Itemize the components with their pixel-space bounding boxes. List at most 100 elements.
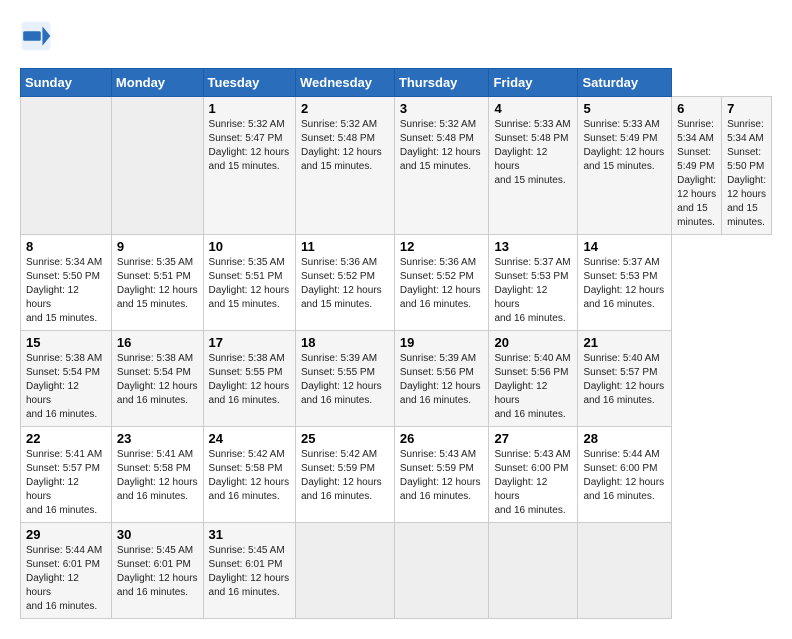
day-cell: 7 Sunrise: 5:34 AMSunset: 5:50 PMDaylight… xyxy=(722,97,772,235)
day-info: Sunrise: 5:43 AMSunset: 6:00 PMDaylight:… xyxy=(494,449,570,516)
week-row-5: 29 Sunrise: 5:44 AMSunset: 6:01 PMDayligh… xyxy=(21,523,772,619)
day-number: 11 xyxy=(301,239,389,254)
day-cell: 30 Sunrise: 5:45 AMSunset: 6:01 PMDayligh… xyxy=(111,523,203,619)
day-number: 1 xyxy=(209,101,290,116)
day-number: 28 xyxy=(583,431,666,446)
day-cell: 23 Sunrise: 5:41 AMSunset: 5:58 PMDayligh… xyxy=(111,427,203,523)
day-info: Sunrise: 5:43 AMSunset: 5:59 PMDaylight:… xyxy=(400,449,481,502)
day-cell: 4 Sunrise: 5:33 AMSunset: 5:48 PMDaylight… xyxy=(489,97,578,235)
day-info: Sunrise: 5:42 AMSunset: 5:58 PMDaylight:… xyxy=(209,449,290,502)
day-number: 7 xyxy=(727,101,766,116)
day-number: 8 xyxy=(26,239,106,254)
day-info: Sunrise: 5:36 AMSunset: 5:52 PMDaylight:… xyxy=(400,257,481,310)
week-row-4: 22 Sunrise: 5:41 AMSunset: 5:57 PMDayligh… xyxy=(21,427,772,523)
day-cell xyxy=(295,523,394,619)
day-number: 25 xyxy=(301,431,389,446)
logo xyxy=(20,20,56,52)
day-number: 22 xyxy=(26,431,106,446)
day-number: 9 xyxy=(117,239,198,254)
day-number: 5 xyxy=(583,101,666,116)
day-number: 17 xyxy=(209,335,290,350)
day-cell: 22 Sunrise: 5:41 AMSunset: 5:57 PMDayligh… xyxy=(21,427,112,523)
day-info: Sunrise: 5:44 AMSunset: 6:00 PMDaylight:… xyxy=(583,449,664,502)
day-cell: 17 Sunrise: 5:38 AMSunset: 5:55 PMDayligh… xyxy=(203,331,295,427)
day-cell: 3 Sunrise: 5:32 AMSunset: 5:48 PMDaylight… xyxy=(394,97,489,235)
day-number: 2 xyxy=(301,101,389,116)
logo-icon xyxy=(20,20,52,52)
day-cell: 11 Sunrise: 5:36 AMSunset: 5:52 PMDayligh… xyxy=(295,235,394,331)
day-cell: 21 Sunrise: 5:40 AMSunset: 5:57 PMDayligh… xyxy=(578,331,672,427)
day-info: Sunrise: 5:37 AMSunset: 5:53 PMDaylight:… xyxy=(494,257,570,324)
day-number: 26 xyxy=(400,431,484,446)
day-info: Sunrise: 5:39 AMSunset: 5:56 PMDaylight:… xyxy=(400,353,481,406)
day-cell: 20 Sunrise: 5:40 AMSunset: 5:56 PMDayligh… xyxy=(489,331,578,427)
day-cell: 14 Sunrise: 5:37 AMSunset: 5:53 PMDayligh… xyxy=(578,235,672,331)
day-cell: 19Sunrise: 5:39 AMSunset: 5:56 PMDayligh… xyxy=(394,331,489,427)
day-cell xyxy=(111,97,203,235)
day-cell: 8 Sunrise: 5:34 AMSunset: 5:50 PMDaylight… xyxy=(21,235,112,331)
day-number: 16 xyxy=(117,335,198,350)
day-info: Sunrise: 5:35 AMSunset: 5:51 PMDaylight:… xyxy=(209,257,290,310)
day-info: Sunrise: 5:32 AMSunset: 5:48 PMDaylight:… xyxy=(301,119,382,172)
day-number: 30 xyxy=(117,527,198,542)
day-info: Sunrise: 5:38 AMSunset: 5:54 PMDaylight:… xyxy=(26,353,102,420)
day-cell: 15 Sunrise: 5:38 AMSunset: 5:54 PMDayligh… xyxy=(21,331,112,427)
col-header-wednesday: Wednesday xyxy=(295,69,394,97)
day-info: Sunrise: 5:41 AMSunset: 5:57 PMDaylight:… xyxy=(26,449,102,516)
day-number: 27 xyxy=(494,431,572,446)
day-info: Sunrise: 5:38 AMSunset: 5:55 PMDaylight:… xyxy=(209,353,290,406)
day-cell: 1 Sunrise: 5:32 AMSunset: 5:47 PMDaylight… xyxy=(203,97,295,235)
day-info: Sunrise: 5:36 AMSunset: 5:52 PMDaylight:… xyxy=(301,257,382,310)
day-cell: 31 Sunrise: 5:45 AMSunset: 6:01 PMDayligh… xyxy=(203,523,295,619)
day-info: Sunrise: 5:34 AMSunset: 5:49 PMDaylight:… xyxy=(677,119,716,228)
day-number: 14 xyxy=(583,239,666,254)
day-number: 18 xyxy=(301,335,389,350)
day-info: Sunrise: 5:34 AMSunset: 5:50 PMDaylight:… xyxy=(727,119,766,228)
day-info: Sunrise: 5:42 AMSunset: 5:59 PMDaylight:… xyxy=(301,449,382,502)
day-info: Sunrise: 5:45 AMSunset: 6:01 PMDaylight:… xyxy=(117,545,198,598)
day-info: Sunrise: 5:33 AMSunset: 5:48 PMDaylight:… xyxy=(494,119,570,186)
day-cell: 28 Sunrise: 5:44 AMSunset: 6:00 PMDayligh… xyxy=(578,427,672,523)
day-info: Sunrise: 5:40 AMSunset: 5:56 PMDaylight:… xyxy=(494,353,570,420)
day-cell: 16Sunrise: 5:38 AMSunset: 5:54 PMDayligh… xyxy=(111,331,203,427)
day-number: 15 xyxy=(26,335,106,350)
col-header-thursday: Thursday xyxy=(394,69,489,97)
col-header-tuesday: Tuesday xyxy=(203,69,295,97)
day-cell: 18 Sunrise: 5:39 AMSunset: 5:55 PMDayligh… xyxy=(295,331,394,427)
day-cell: 24 Sunrise: 5:42 AMSunset: 5:58 PMDayligh… xyxy=(203,427,295,523)
day-info: Sunrise: 5:33 AMSunset: 5:49 PMDaylight:… xyxy=(583,119,664,172)
day-info: Sunrise: 5:37 AMSunset: 5:53 PMDaylight:… xyxy=(583,257,664,310)
day-cell: 27 Sunrise: 5:43 AMSunset: 6:00 PMDayligh… xyxy=(489,427,578,523)
day-info: Sunrise: 5:41 AMSunset: 5:58 PMDaylight:… xyxy=(117,449,198,502)
day-number: 21 xyxy=(583,335,666,350)
day-cell xyxy=(394,523,489,619)
day-cell: 9 Sunrise: 5:35 AMSunset: 5:51 PMDaylight… xyxy=(111,235,203,331)
header xyxy=(20,20,772,52)
day-number: 23 xyxy=(117,431,198,446)
col-header-saturday: Saturday xyxy=(578,69,672,97)
day-info: Sunrise: 5:32 AMSunset: 5:48 PMDaylight:… xyxy=(400,119,481,172)
day-number: 24 xyxy=(209,431,290,446)
day-info: Sunrise: 5:39 AMSunset: 5:55 PMDaylight:… xyxy=(301,353,382,406)
day-number: 3 xyxy=(400,101,484,116)
day-info: Sunrise: 5:40 AMSunset: 5:57 PMDaylight:… xyxy=(583,353,664,406)
day-cell: 29 Sunrise: 5:44 AMSunset: 6:01 PMDayligh… xyxy=(21,523,112,619)
day-info: Sunrise: 5:45 AMSunset: 6:01 PMDaylight:… xyxy=(209,545,290,598)
day-number: 20 xyxy=(494,335,572,350)
col-header-monday: Monday xyxy=(111,69,203,97)
col-header-friday: Friday xyxy=(489,69,578,97)
day-number: 13 xyxy=(494,239,572,254)
day-cell: 10Sunrise: 5:35 AMSunset: 5:51 PMDayligh… xyxy=(203,235,295,331)
day-cell: 2 Sunrise: 5:32 AMSunset: 5:48 PMDaylight… xyxy=(295,97,394,235)
day-info: Sunrise: 5:32 AMSunset: 5:47 PMDaylight:… xyxy=(209,119,290,172)
day-number: 31 xyxy=(209,527,290,542)
day-info: Sunrise: 5:35 AMSunset: 5:51 PMDaylight:… xyxy=(117,257,198,310)
day-info: Sunrise: 5:34 AMSunset: 5:50 PMDaylight:… xyxy=(26,257,102,324)
week-row-3: 15 Sunrise: 5:38 AMSunset: 5:54 PMDayligh… xyxy=(21,331,772,427)
day-cell xyxy=(21,97,112,235)
week-row-2: 8 Sunrise: 5:34 AMSunset: 5:50 PMDaylight… xyxy=(21,235,772,331)
day-number: 29 xyxy=(26,527,106,542)
day-info: Sunrise: 5:44 AMSunset: 6:01 PMDaylight:… xyxy=(26,545,102,612)
day-cell: 26 Sunrise: 5:43 AMSunset: 5:59 PMDayligh… xyxy=(394,427,489,523)
day-number: 4 xyxy=(494,101,572,116)
